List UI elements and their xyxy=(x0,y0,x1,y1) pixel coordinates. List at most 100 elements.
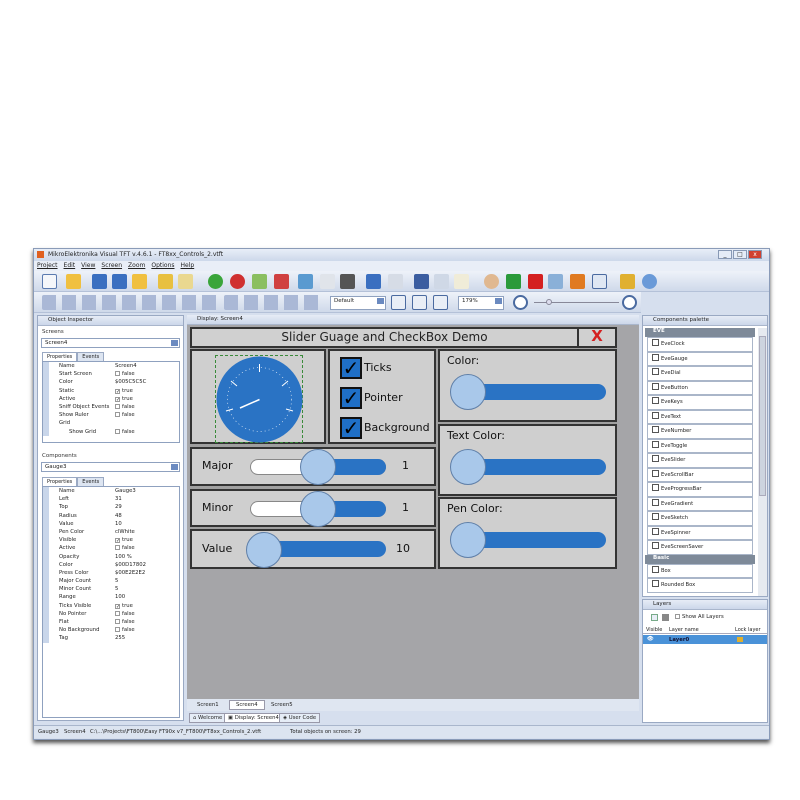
palette-item[interactable]: EveToggle xyxy=(647,438,753,453)
checkbox[interactable] xyxy=(115,610,120,616)
checkbox[interactable] xyxy=(115,412,120,418)
property-row[interactable]: No Pointer false xyxy=(43,609,179,618)
property-row[interactable]: Value 10 xyxy=(43,519,179,528)
close-project-icon[interactable] xyxy=(132,274,147,289)
add-file-icon[interactable] xyxy=(158,274,173,289)
property-value[interactable]: 100 xyxy=(115,593,125,601)
property-value[interactable]: ✓ true xyxy=(115,536,133,544)
palette-item[interactable]: EveText xyxy=(647,409,753,424)
property-row[interactable]: No Background false xyxy=(43,626,179,635)
property-row[interactable]: Name Gauge3 xyxy=(43,487,179,496)
property-row[interactable]: Color $00D17802 xyxy=(43,560,179,569)
property-row[interactable]: Ticks Visible ✓ true xyxy=(43,601,179,610)
run-icon[interactable] xyxy=(506,274,521,289)
property-value[interactable]: $00D17802 xyxy=(115,561,146,569)
export-icon[interactable] xyxy=(548,274,563,289)
property-row[interactable]: Visible ✓ true xyxy=(43,536,179,545)
color-slider-knob[interactable] xyxy=(450,374,486,410)
property-row[interactable]: Sniff Object Events false xyxy=(43,402,179,412)
lock-icon[interactable] xyxy=(737,637,743,642)
save-icon[interactable] xyxy=(92,274,107,289)
property-row[interactable]: Active ✓ true xyxy=(43,394,179,403)
property-value[interactable]: 5 xyxy=(115,585,118,593)
design-canvas[interactable]: Slider Guage and CheckBox Demo X ✓ Ticks … xyxy=(187,325,639,699)
palette-item[interactable]: EveClock xyxy=(647,337,753,352)
palette-scrollbar[interactable] xyxy=(758,328,767,596)
palette-item[interactable]: EveDial xyxy=(647,366,753,381)
eye-icon[interactable]: 👁 xyxy=(647,636,654,642)
palette-item[interactable]: EveSpinner xyxy=(647,525,753,540)
palette-item[interactable]: EveScreenSaver xyxy=(647,540,753,555)
key-icon[interactable] xyxy=(620,274,635,289)
open-icon[interactable] xyxy=(66,274,81,289)
doc-tab-welcome[interactable]: ⌂ Welcome xyxy=(189,713,227,723)
palette-category[interactable]: Basic xyxy=(645,554,755,564)
screen-tab-screen5[interactable]: Screen5 xyxy=(271,702,293,708)
component-select[interactable]: Gauge3 xyxy=(41,462,180,472)
checkbox[interactable] xyxy=(115,619,120,624)
menu-view[interactable]: View xyxy=(81,262,95,269)
major-slider-knob[interactable] xyxy=(300,449,336,485)
zoom-slider-thumb[interactable] xyxy=(546,299,552,305)
palette-item[interactable]: EveProgressBar xyxy=(647,482,753,497)
add-screen-icon[interactable] xyxy=(208,274,223,289)
property-value[interactable]: clWhite xyxy=(115,528,135,536)
value-slider-knob[interactable] xyxy=(246,532,282,568)
background-checkbox[interactable]: ✓ xyxy=(340,417,362,439)
zoom-out-icon[interactable] xyxy=(513,295,528,310)
menu-edit[interactable]: Edit xyxy=(64,262,76,269)
property-row[interactable]: Tag 255 xyxy=(43,634,179,643)
delete-scheme-icon[interactable] xyxy=(433,295,448,310)
checkbox[interactable]: ✓ xyxy=(115,388,120,394)
property-value[interactable]: 10 xyxy=(115,520,122,528)
menu-project[interactable]: Project xyxy=(37,262,58,269)
property-row[interactable]: Top 29 xyxy=(43,503,179,512)
tab-events[interactable]: Events xyxy=(77,352,105,361)
property-value[interactable]: 100 % xyxy=(115,553,132,561)
checkbox[interactable] xyxy=(115,403,120,409)
property-value[interactable]: ✓ true xyxy=(115,395,133,403)
palette-item[interactable]: EveGauge xyxy=(647,351,753,366)
property-value[interactable]: 255 xyxy=(115,634,125,642)
property-value[interactable]: Gauge3 xyxy=(115,487,136,495)
property-row[interactable]: Press Color $00E2E2E2 xyxy=(43,568,179,578)
new-project-icon[interactable] xyxy=(42,274,57,289)
add-scheme-icon[interactable] xyxy=(391,295,406,310)
property-value[interactable]: Screen4 xyxy=(115,362,137,370)
doc-tab-user-code[interactable]: ◈ User Code xyxy=(279,713,321,723)
preview-icon[interactable] xyxy=(320,274,335,289)
property-value[interactable]: 5 xyxy=(115,577,118,585)
property-value[interactable]: false xyxy=(115,428,135,436)
add-layer-icon[interactable] xyxy=(651,614,658,621)
property-row[interactable]: Color $005C5C5C xyxy=(43,378,179,387)
remove-screen-icon[interactable] xyxy=(230,274,245,289)
property-row[interactable]: Minor Count 5 xyxy=(43,585,179,594)
file-icon[interactable] xyxy=(178,274,193,289)
tab-events[interactable]: Events xyxy=(77,477,105,486)
property-value[interactable]: ✓ true xyxy=(115,387,133,395)
property-row[interactable]: Flat false xyxy=(43,618,179,627)
palette-item[interactable]: Rounded Box xyxy=(647,578,753,593)
pointer-checkbox[interactable]: ✓ xyxy=(340,387,362,409)
screen-tab-screen1[interactable]: Screen1 xyxy=(197,702,219,708)
property-value[interactable]: false xyxy=(115,411,135,419)
show-all-layers-checkbox[interactable]: Show All Layers xyxy=(675,614,724,620)
next-screen-icon[interactable] xyxy=(274,274,289,289)
palette-item[interactable]: EveSketch xyxy=(647,511,753,526)
palette-item[interactable]: Box xyxy=(647,563,753,578)
ticks-checkbox[interactable]: ✓ xyxy=(340,357,362,379)
palette-item[interactable]: EveKeys xyxy=(647,395,753,410)
minor-slider-knob[interactable] xyxy=(300,491,336,527)
help-icon[interactable] xyxy=(642,274,657,289)
property-row[interactable]: Static ✓ true xyxy=(43,386,179,395)
tab-properties[interactable]: Properties xyxy=(42,477,78,486)
checkbox[interactable] xyxy=(115,545,120,551)
save-as-icon[interactable] xyxy=(112,274,127,289)
checkbox[interactable] xyxy=(115,627,120,633)
tab-properties[interactable]: Properties xyxy=(42,352,78,361)
zoom-in-icon[interactable] xyxy=(622,295,637,310)
property-row[interactable]: Show Grid false xyxy=(43,427,179,436)
palette-item[interactable]: EveGradient xyxy=(647,496,753,511)
undo-icon[interactable] xyxy=(366,274,381,289)
property-row[interactable]: Name Screen4 xyxy=(43,362,179,371)
